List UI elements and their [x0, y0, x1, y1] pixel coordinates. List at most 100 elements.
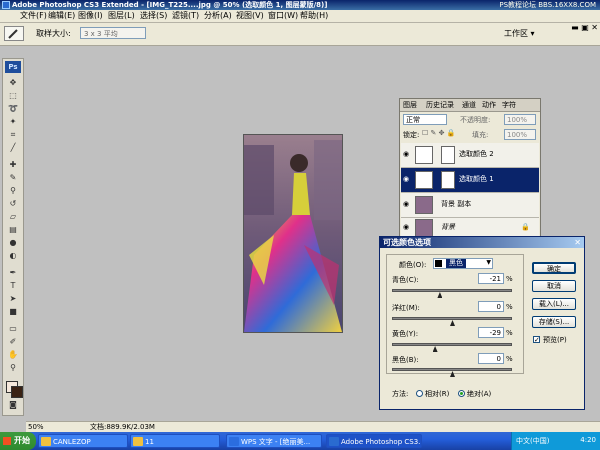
tab-layers[interactable]: 图层	[403, 100, 417, 110]
black-field[interactable]: 0	[478, 353, 504, 364]
eye-icon[interactable]: ◉	[403, 223, 411, 231]
input-language[interactable]: 中文(中国)	[516, 436, 549, 446]
black-label: 黑色(B):	[392, 356, 419, 364]
layer-mask-thumbnail[interactable]	[441, 171, 455, 189]
tab-actions[interactable]: 动作	[482, 100, 496, 110]
zoom-tool-icon[interactable]: ⚲	[6, 362, 20, 373]
menu-help[interactable]: 帮助(H)	[300, 10, 328, 22]
menu-analysis[interactable]: 分析(A)	[204, 10, 232, 22]
eye-icon[interactable]: ◉	[403, 200, 411, 208]
status-bar: 50% 文档:889.9K/2.03M	[26, 421, 600, 432]
dodge-tool-icon[interactable]: ◐	[6, 250, 20, 261]
lock-icons[interactable]: ☐ ✎ ✥ 🔒	[422, 129, 455, 137]
method-relative-label: 相对(R)	[425, 390, 450, 398]
layer-row[interactable]: ◉ 背景 副本	[401, 193, 539, 218]
cyan-slider-track[interactable]	[392, 289, 512, 292]
yellow-field[interactable]: -29	[478, 327, 504, 338]
fill-field[interactable]: 100%	[504, 129, 536, 140]
workspace-menu[interactable]: 工作区 ▾	[504, 26, 552, 41]
menu-image[interactable]: 图像(I)	[78, 10, 103, 22]
tab-channels[interactable]: 通道	[462, 100, 476, 110]
hand-tool-icon[interactable]: ✋	[6, 349, 20, 360]
method-label: 方法:	[392, 390, 409, 398]
gradient-tool-icon[interactable]: ▤	[6, 224, 20, 235]
menu-window[interactable]: 窗口(W)	[268, 10, 298, 22]
layer-row-selected[interactable]: ◉ 选取颜色 1	[401, 168, 539, 193]
menu-layer[interactable]: 图层(L)	[108, 10, 135, 22]
toolbox: Ps ✥ ⬚ ➰ ✦ ⌗ ╱ ✚ ✎ ⚲ ↺ ▱ ▤ ● ◐ ✒ T ➤ ■ ▭…	[2, 58, 24, 416]
magic-wand-tool-icon[interactable]: ✦	[6, 116, 20, 127]
pen-tool-icon[interactable]: ✒	[6, 267, 20, 278]
document-image[interactable]	[243, 134, 343, 333]
close-icon[interactable]: ✕	[574, 238, 581, 247]
eraser-tool-icon[interactable]: ▱	[6, 211, 20, 222]
slice-tool-icon[interactable]: ╱	[6, 142, 20, 153]
layer-name: 选取颜色 1	[459, 175, 494, 183]
layer-row[interactable]: ◉ 选取颜色 2	[401, 143, 539, 168]
eye-icon[interactable]: ◉	[403, 175, 411, 183]
panel-tabs: 图层 历史记录 通道 动作 字符	[400, 99, 540, 112]
photoshop-app-icon	[2, 1, 10, 9]
blend-mode-select[interactable]: 正常	[403, 114, 447, 125]
layer-mask-thumbnail[interactable]	[441, 146, 455, 164]
menu-file[interactable]: 文件(F)	[20, 10, 47, 22]
preview-checkbox[interactable]: ✓	[533, 336, 540, 344]
magenta-slider-track[interactable]	[392, 317, 512, 320]
color-select[interactable]: 黑色 ▼	[433, 258, 493, 269]
zoom-level[interactable]: 50%	[28, 422, 44, 432]
crop-tool-icon[interactable]: ⌗	[6, 129, 20, 140]
ok-button[interactable]: 确定	[532, 262, 576, 274]
move-tool-icon[interactable]: ✥	[6, 77, 20, 88]
title-bar: Adobe Photoshop CS3 Extended - [IMG_T225…	[0, 0, 600, 10]
opacity-field[interactable]: 100%	[504, 114, 536, 125]
lock-icon: 🔒	[521, 223, 530, 231]
cyan-field[interactable]: -21	[478, 273, 504, 284]
marquee-tool-icon[interactable]: ⬚	[6, 90, 20, 101]
menu-filter[interactable]: 滤镜(T)	[172, 10, 199, 22]
preview-label: 预览(P)	[543, 336, 567, 344]
load-button[interactable]: 载入(L)...	[532, 298, 576, 310]
layer-name: 选取颜色 2	[459, 150, 494, 158]
magenta-field[interactable]: 0	[478, 301, 504, 312]
quick-mask-icon[interactable]: ◙	[6, 399, 20, 410]
save-button[interactable]: 存储(S)...	[532, 316, 576, 328]
brush-tool-icon[interactable]: ✎	[6, 172, 20, 183]
background-color-swatch[interactable]	[11, 386, 23, 398]
taskbar-item[interactable]: 11	[130, 434, 220, 448]
taskbar-item[interactable]: WPS 文字 - [绝丽美...	[226, 434, 322, 448]
eye-icon[interactable]: ◉	[403, 150, 411, 158]
start-button[interactable]: 开始	[0, 432, 36, 450]
watermark: PS教程论坛 BBS.16XX8.COM	[499, 1, 596, 9]
black-slider-track[interactable]	[392, 368, 512, 371]
layer-thumbnail	[415, 196, 433, 214]
sample-size-select[interactable]: 3 x 3 平均	[80, 27, 146, 39]
yellow-slider-track[interactable]	[392, 343, 512, 346]
menu-edit[interactable]: 编辑(E)	[48, 10, 75, 22]
method-relative-radio[interactable]	[416, 390, 423, 397]
taskbar-item-label: WPS 文字 - [绝丽美...	[241, 438, 311, 446]
blur-tool-icon[interactable]: ●	[6, 237, 20, 248]
shape-tool-icon[interactable]: ■	[6, 306, 20, 317]
history-brush-tool-icon[interactable]: ↺	[6, 198, 20, 209]
window-title: Adobe Photoshop CS3 Extended - [IMG_T225…	[12, 1, 328, 9]
eyedropper-tool-preset[interactable]	[4, 26, 24, 41]
taskbar-item-active[interactable]: Adobe Photoshop CS3...	[326, 434, 422, 448]
healing-brush-tool-icon[interactable]: ✚	[6, 159, 20, 170]
clone-stamp-tool-icon[interactable]: ⚲	[6, 185, 20, 196]
folder-icon	[133, 437, 143, 446]
cancel-button[interactable]: 取消	[532, 280, 576, 292]
tab-character[interactable]: 字符	[502, 100, 516, 110]
notes-tool-icon[interactable]: ▭	[6, 323, 20, 334]
path-selection-tool-icon[interactable]: ➤	[6, 293, 20, 304]
eyedropper-tool-icon[interactable]: ✐	[6, 336, 20, 347]
menu-view[interactable]: 视图(V)	[236, 10, 264, 22]
layers-panel: 图层 历史记录 通道 动作 字符 正常 不透明度: 100% 锁定: ☐ ✎ ✥…	[399, 98, 541, 240]
lasso-tool-icon[interactable]: ➰	[6, 103, 20, 114]
taskbar-item-label: CANLEZOP	[53, 438, 91, 446]
menu-select[interactable]: 选择(S)	[140, 10, 167, 22]
type-tool-icon[interactable]: T	[6, 280, 20, 291]
taskbar-item[interactable]: CANLEZOP	[38, 434, 128, 448]
window-controls[interactable]: ▬ ▣ ✕	[571, 23, 598, 32]
tab-history[interactable]: 历史记录	[426, 100, 454, 110]
method-absolute-radio[interactable]	[458, 390, 465, 397]
